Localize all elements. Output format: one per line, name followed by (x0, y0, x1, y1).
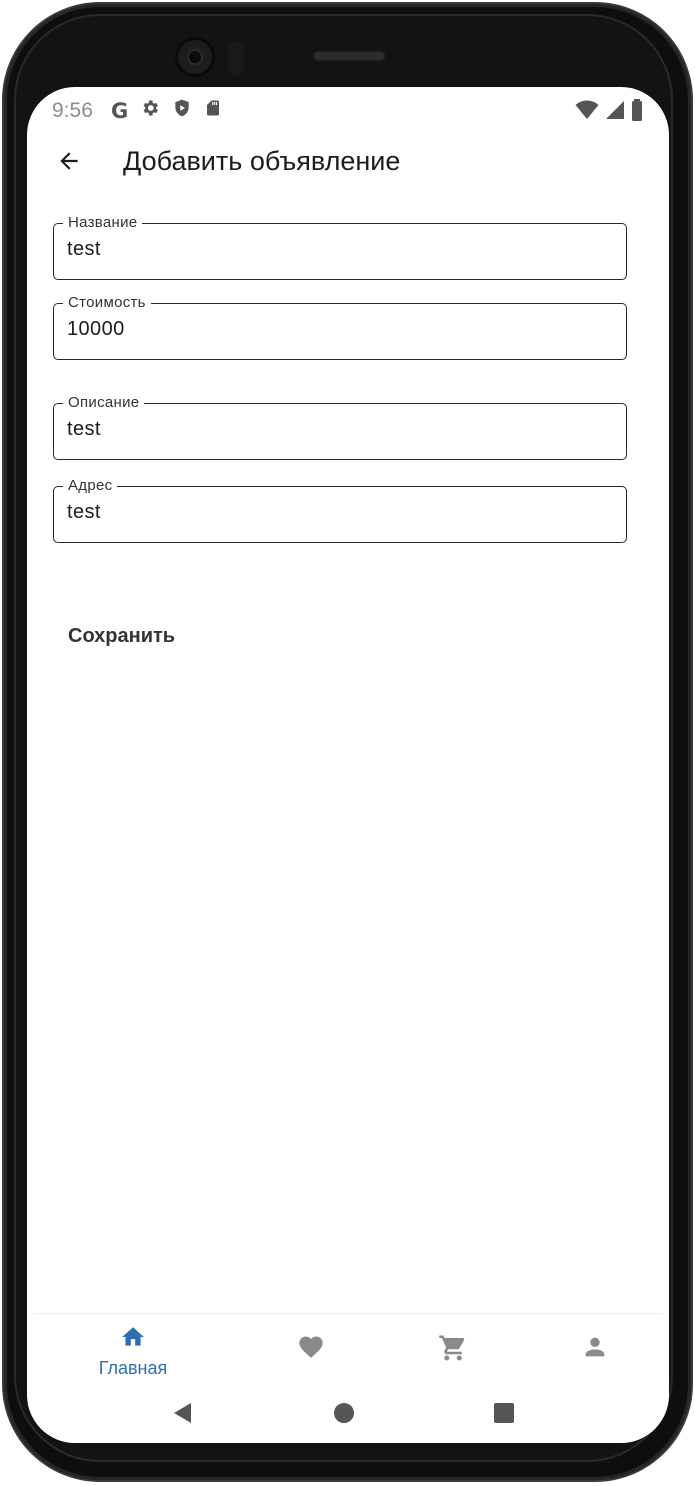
back-triangle-icon (173, 1402, 193, 1429)
cart-icon (438, 1333, 468, 1368)
address-field-label: Адрес (63, 478, 118, 494)
nav-item-profile[interactable] (535, 1324, 655, 1382)
signal-icon (605, 100, 625, 125)
recents-square-icon (494, 1402, 514, 1428)
google-icon: G (111, 98, 129, 123)
speaker-grille (312, 50, 386, 62)
description-field[interactable]: Описание (53, 395, 627, 460)
price-field-label: Стоимость (63, 295, 151, 311)
name-input[interactable] (67, 238, 607, 261)
nav-item-home[interactable]: Главная (73, 1324, 193, 1382)
price-input[interactable] (67, 318, 607, 341)
status-time: 9:56 (52, 99, 93, 122)
system-back-button[interactable] (168, 1402, 198, 1429)
settings-icon (140, 98, 160, 123)
wifi-icon (575, 100, 599, 125)
name-field-label: Название (63, 215, 143, 231)
camera-icon (178, 40, 212, 74)
description-input[interactable] (67, 418, 607, 441)
name-field[interactable]: Название (53, 215, 627, 280)
sd-card-icon (204, 98, 222, 123)
page-title: Добавить объявление (123, 146, 401, 176)
app-bar: Добавить объявление (27, 133, 669, 193)
home-icon (119, 1324, 147, 1355)
status-system-icons (575, 99, 643, 126)
system-recents-button[interactable] (489, 1402, 519, 1428)
bottom-nav: Главная (27, 1314, 669, 1386)
status-bar: 9:56 G (27, 87, 669, 133)
heart-icon (296, 1333, 326, 1366)
nav-item-cart[interactable] (393, 1324, 513, 1382)
status-notification-icons: G (111, 98, 222, 123)
system-nav-bar (27, 1386, 669, 1443)
address-input[interactable] (67, 501, 607, 524)
nav-label-home: Главная (98, 1358, 168, 1378)
address-field[interactable]: Адрес (53, 478, 627, 543)
battery-icon (631, 99, 643, 126)
price-field[interactable]: Стоимость (53, 295, 627, 360)
screen: 9:56 G Добавить объявление Название test… (27, 87, 669, 1443)
shield-play-icon (172, 98, 192, 123)
save-button[interactable]: Сохранить (55, 617, 188, 656)
system-home-button[interactable] (329, 1402, 359, 1429)
description-field-label: Описание (63, 395, 145, 411)
nav-item-favorites[interactable] (251, 1324, 371, 1382)
home-circle-icon (333, 1402, 355, 1429)
sensor (228, 42, 244, 76)
person-icon (581, 1333, 609, 1366)
arrow-back-icon (56, 148, 82, 179)
back-button[interactable] (45, 143, 93, 183)
